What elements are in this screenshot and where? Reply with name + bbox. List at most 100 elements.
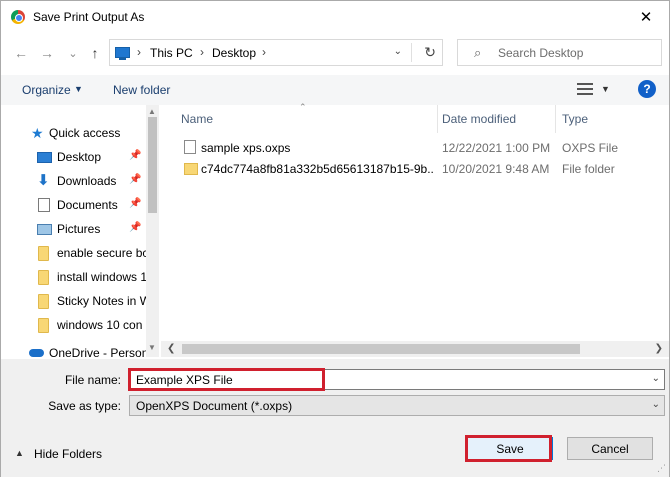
sidebar-item-documents[interactable]: Documents 📌 [1, 195, 146, 215]
star-icon: ★ [31, 125, 44, 141]
sidebar-item-desktop[interactable]: Desktop 📌 [1, 147, 146, 167]
sort-indicator-icon: ⌃ [299, 102, 307, 112]
hide-folders-label: Hide Folders [34, 447, 103, 461]
folder-icon [38, 270, 49, 285]
chrome-icon [11, 10, 25, 24]
help-icon[interactable]: ? [638, 80, 656, 98]
pin-icon: 📌 [129, 174, 142, 185]
file-name: c74dc774a8fb81a332b5d65613187b15-9b... [201, 162, 433, 176]
sidebar-item-label: Desktop [57, 150, 102, 164]
search-input[interactable] [498, 44, 653, 62]
chevron-down-icon[interactable]: ▼ [74, 84, 83, 94]
sidebar-item-folder[interactable]: enable secure bc [1, 243, 146, 263]
sidebar-item-label: install windows 1 [57, 270, 146, 284]
chevron-down-icon[interactable]: ⌄ [652, 373, 660, 384]
crumb-this-pc[interactable]: This PC [150, 46, 193, 60]
sidebar-item-label: Documents [57, 198, 118, 212]
scroll-thumb[interactable] [182, 344, 580, 354]
sidebar-item-pictures[interactable]: Pictures 📌 [1, 219, 146, 239]
file-name: sample xps.oxps [201, 141, 291, 155]
column-divider[interactable] [437, 105, 438, 133]
column-divider[interactable] [555, 105, 556, 133]
savetype-select[interactable]: OpenXPS Document (*.oxps) ⌄ [129, 395, 665, 416]
address-bar[interactable]: › This PC › Desktop › ⌄ ↻ [109, 39, 443, 66]
sidebar-item-folder[interactable]: install windows 1 [1, 267, 146, 287]
file-row[interactable]: c74dc774a8fb81a332b5d65613187b15-9b... 1… [161, 158, 669, 180]
scroll-right-icon[interactable]: ❯ [655, 343, 663, 354]
savetype-label: Save as type: [48, 399, 121, 413]
file-date: 10/20/2021 9:48 AM [442, 162, 550, 176]
sidebar-item-downloads[interactable]: ⬇ Downloads 📌 [1, 171, 146, 191]
refresh-icon[interactable]: ↻ [424, 44, 436, 61]
forward-button[interactable]: → [37, 43, 57, 63]
crumb-separator: › [137, 45, 141, 59]
file-row[interactable]: sample xps.oxps 12/22/2021 1:00 PM OXPS … [161, 137, 669, 159]
save-dialog-window: Save Print Output As ✕ ← → ⌄ ↑ › This PC… [0, 0, 670, 477]
download-icon: ⬇ [37, 172, 50, 189]
sidebar-item-onedrive[interactable]: OneDrive - Person [1, 343, 146, 357]
organize-button[interactable]: Organize [22, 83, 71, 97]
view-options-icon[interactable] [577, 81, 593, 97]
pictures-icon [37, 224, 52, 235]
address-dropdown-icon[interactable]: ⌄ [394, 46, 402, 57]
scroll-down-icon[interactable]: ▼ [148, 343, 156, 352]
search-box[interactable]: ⌕ [457, 39, 662, 66]
close-button[interactable]: ✕ [623, 1, 669, 33]
filename-field[interactable]: ⌄ [129, 369, 665, 390]
pin-icon: 📌 [129, 150, 142, 161]
sidebar-item-label: Downloads [57, 174, 117, 188]
cancel-button[interactable]: Cancel [567, 437, 653, 460]
command-toolbar: Organize ▼ New folder ▼ ? [1, 75, 669, 105]
scroll-up-icon[interactable]: ▲ [148, 107, 156, 116]
desktop-folder-icon [37, 152, 52, 163]
navigation-pane: ★ Quick access Desktop 📌 ⬇ Downloads 📌 D… [1, 105, 159, 357]
file-list: ⌃ Name Date modified Type sample xps.oxp… [161, 102, 669, 357]
chevron-up-icon: ▲ [15, 448, 24, 458]
sidebar-item-label: windows 10 con [57, 318, 143, 332]
this-pc-icon [115, 47, 130, 60]
onedrive-icon [29, 349, 44, 357]
sidebar-item-folder[interactable]: windows 10 con [1, 315, 146, 335]
folder-icon [38, 294, 49, 309]
pin-icon: 📌 [129, 198, 142, 209]
file-icon [184, 140, 196, 154]
crumb-separator[interactable]: › [262, 45, 266, 59]
title-bar: Save Print Output As ✕ [1, 1, 669, 33]
save-button[interactable]: Save [467, 437, 553, 460]
folder-icon [38, 246, 49, 261]
chevron-down-icon[interactable]: ⌄ [652, 399, 660, 410]
sidebar-item-folder[interactable]: Sticky Notes in W [1, 291, 146, 311]
scroll-thumb[interactable] [148, 117, 157, 213]
folder-icon [184, 163, 198, 175]
sidebar-item-label: OneDrive - Person [49, 346, 146, 357]
search-icon: ⌕ [474, 45, 482, 60]
file-type: OXPS File [562, 141, 619, 155]
back-button[interactable]: ← [11, 43, 31, 63]
scroll-left-icon[interactable]: ❮ [167, 343, 175, 354]
chevron-down-icon[interactable]: ▼ [601, 84, 610, 94]
sidebar-item-label: Quick access [49, 126, 121, 140]
new-folder-button[interactable]: New folder [113, 83, 170, 97]
filename-label: File name: [64, 373, 121, 387]
navigation-scrollbar[interactable]: ▲ ▼ [146, 105, 159, 357]
documents-icon [38, 198, 50, 212]
crumb-separator: › [200, 45, 204, 59]
column-header-type[interactable]: Type [562, 112, 588, 126]
file-list-scrollbar[interactable]: ❮ ❯ [161, 341, 669, 357]
folder-icon [38, 318, 49, 333]
save-options-panel: File name: ⌄ Save as type: OpenXPS Docum… [1, 359, 669, 477]
address-divider [411, 43, 412, 62]
column-header-name[interactable]: Name [181, 112, 213, 126]
file-type: File folder [562, 162, 615, 176]
column-header-date[interactable]: Date modified [442, 112, 516, 126]
sidebar-item-quick-access[interactable]: ★ Quick access [1, 123, 146, 143]
up-button[interactable]: ↑ [85, 43, 105, 63]
filename-input[interactable] [132, 371, 632, 388]
recent-locations-button[interactable]: ⌄ [63, 43, 83, 63]
savetype-value: OpenXPS Document (*.oxps) [136, 399, 293, 413]
window-title: Save Print Output As [33, 10, 145, 24]
resize-grip-icon[interactable]: ⋰ [657, 463, 666, 474]
pin-icon: 📌 [129, 222, 142, 233]
file-date: 12/22/2021 1:00 PM [442, 141, 551, 155]
crumb-desktop[interactable]: Desktop [212, 46, 256, 60]
